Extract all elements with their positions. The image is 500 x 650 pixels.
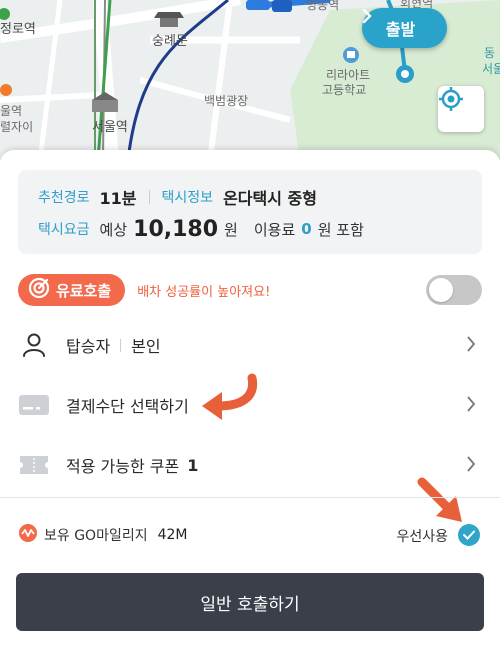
map-label-sungnyemun: 숭례문 — [152, 34, 188, 49]
fee-amount: 0 — [301, 220, 312, 238]
premium-call-hint: 배차 성공률이 높아져요! — [137, 284, 271, 300]
card-icon — [18, 392, 50, 418]
fee-label: 이용료 — [253, 220, 296, 239]
trip-info-card: 추천경로 11분 택시정보 온다택시 중형 택시요금 예상 10,180 원 이… — [18, 170, 482, 254]
mileage-label: 보유 GO마일리지 — [44, 528, 148, 544]
map-label-right-partial-1: 동 — [484, 46, 496, 60]
taxi-label: 택시정보 — [161, 190, 214, 206]
route-value: 11분 — [99, 189, 137, 208]
coupon-count: 1 — [187, 455, 199, 475]
divider — [0, 497, 500, 498]
fare-amount: 10,180 — [133, 216, 219, 242]
general-call-button[interactable]: 일반 호출하기 — [16, 573, 484, 631]
payment-method-label: 결제수단 선택하기 — [66, 397, 189, 416]
map-label-left-station: 울역 — [0, 104, 23, 118]
map-label-left-partial: 렬자이 — [0, 120, 34, 134]
target-icon — [28, 277, 50, 303]
passenger-value: 본인 — [131, 337, 161, 356]
route-label: 추천경로 — [38, 190, 90, 206]
person-icon — [18, 332, 50, 358]
premium-call-badge: 유료호출 — [18, 274, 126, 306]
fee-suffix: 원 포함 — [317, 220, 364, 239]
map-label-seoul-station: 서울역 — [92, 120, 128, 135]
chevron-right-icon — [466, 335, 476, 357]
map-label-jeongno: 정로역 — [0, 22, 36, 37]
premium-call-label: 유료호출 — [56, 281, 112, 300]
go-mileage-icon — [18, 523, 38, 547]
map-view[interactable]: 정로역 숭례문 서울역 백범광장 리라아트 고등학교 명동역 울역 렬자이 동 … — [0, 0, 500, 160]
chevron-right-icon — [466, 455, 476, 477]
map-label-right-partial-2: 서울 — [482, 62, 500, 76]
map-label-top-station: 명동역 — [306, 0, 340, 12]
depart-button[interactable]: 출발 — [362, 8, 447, 48]
mileage-value: 42M — [157, 527, 188, 543]
map-label-baekbeom: 백범광장 — [204, 94, 249, 108]
prefer-use-label: 우선사용 — [396, 529, 448, 545]
passenger-label: 탑승자 — [66, 337, 111, 356]
divider — [148, 190, 150, 204]
fare-label: 택시요금 — [38, 222, 90, 238]
fare-unit: 원 — [224, 220, 238, 239]
my-location-button[interactable] — [438, 86, 484, 132]
taxi-value: 온다택시 중형 — [223, 189, 317, 208]
depart-label: 출발 — [385, 20, 416, 39]
premium-call-toggle[interactable] — [426, 275, 482, 305]
map-label-highschool: 고등학교 — [322, 83, 367, 97]
fare-prefix: 예상 — [99, 220, 128, 239]
annotation-arrow-icon — [202, 373, 258, 420]
chevron-right-icon — [466, 395, 476, 417]
route-row: 추천경로 11분 택시정보 온다택시 중형 — [38, 183, 462, 211]
divider — [120, 338, 122, 352]
coupon-label: 적용 가능한 쿠폰 — [66, 457, 180, 476]
premium-call-row: 유료호출 배차 성공률이 높아져요! — [18, 272, 482, 308]
passenger-row[interactable]: 탑승자 본인 — [0, 315, 500, 375]
toggle-knob — [429, 278, 453, 302]
mileage-row: 보유 GO마일리지 42M 우선사용 — [18, 520, 482, 550]
fare-row: 택시요금 예상 10,180 원 이용료 0 원 포함 — [38, 215, 462, 243]
coupon-icon — [18, 452, 50, 478]
prefer-use-checkbox[interactable] — [458, 524, 480, 546]
booking-sheet: 추천경로 11분 택시정보 온다택시 중형 택시요금 예상 10,180 원 이… — [0, 150, 500, 650]
